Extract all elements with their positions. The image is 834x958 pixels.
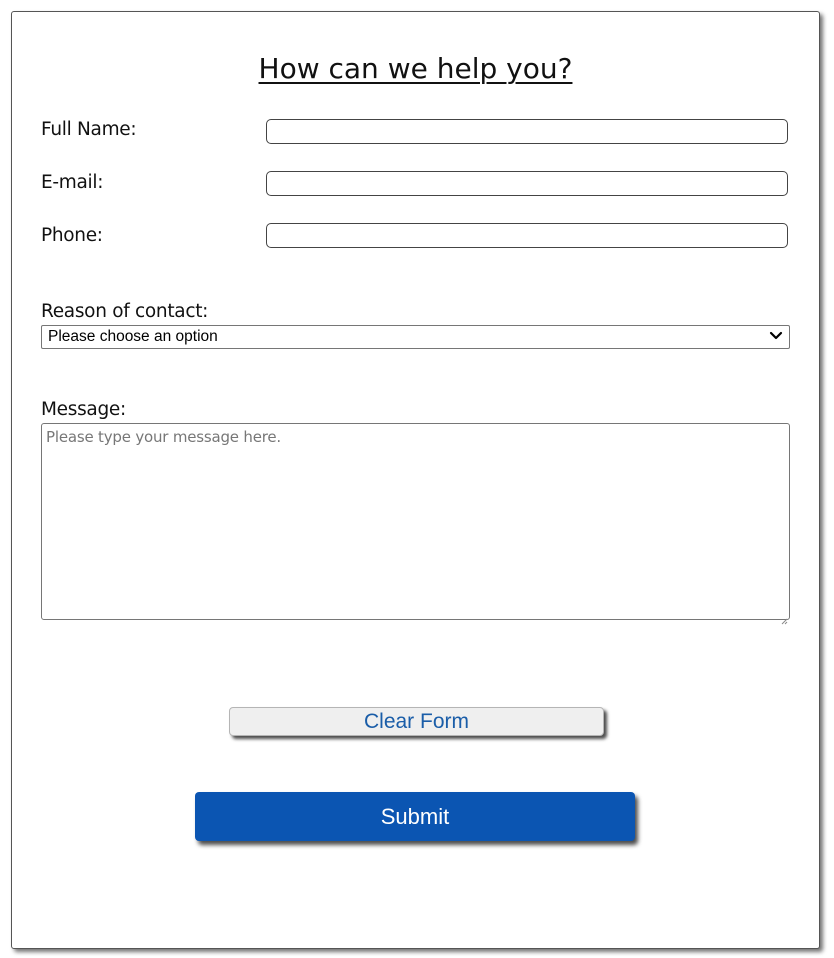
chevron-down-icon xyxy=(769,327,783,345)
submit-button[interactable]: Submit xyxy=(195,792,635,841)
reason-select[interactable]: Please choose an option xyxy=(41,325,790,349)
contact-form-card: How can we help you? Full Name: E-mail: … xyxy=(11,11,820,949)
email-label: E-mail: xyxy=(41,172,104,193)
clear-form-button[interactable]: Clear Form xyxy=(229,707,604,736)
reason-label: Reason of contact: xyxy=(41,301,209,322)
message-label: Message: xyxy=(41,399,126,420)
page-title: How can we help you? xyxy=(258,52,573,85)
message-placeholder: Please type your message here. xyxy=(46,428,281,446)
phone-input[interactable] xyxy=(266,223,788,248)
phone-label: Phone: xyxy=(41,225,103,246)
resize-handle-icon[interactable] xyxy=(780,610,788,625)
full-name-label: Full Name: xyxy=(41,119,137,140)
message-textarea[interactable]: Please type your message here. xyxy=(41,423,790,625)
reason-selected-value: Please choose an option xyxy=(48,328,218,345)
email-input[interactable] xyxy=(266,171,788,196)
full-name-input[interactable] xyxy=(266,119,788,144)
